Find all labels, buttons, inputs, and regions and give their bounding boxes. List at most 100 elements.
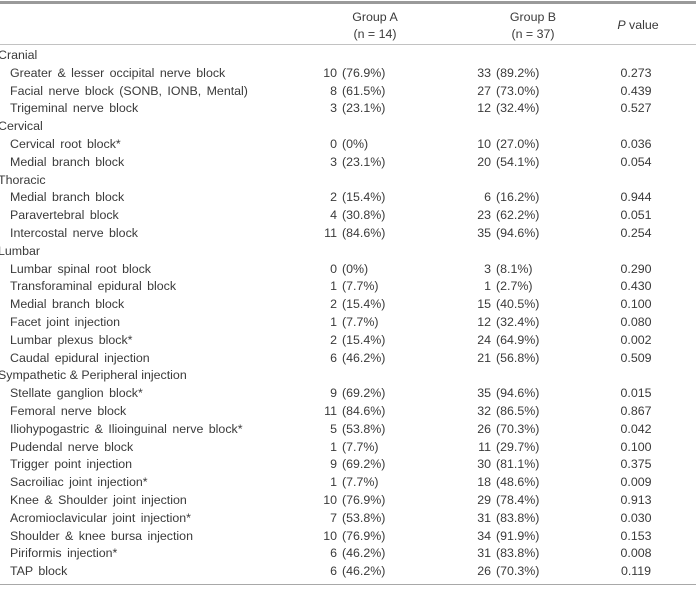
group-b-count: 27 bbox=[477, 83, 491, 98]
procedure-label: Acromioclavicular joint injection* bbox=[10, 510, 191, 525]
table-row: Acromioclavicular joint injection* 7 (53.8… bbox=[0, 510, 696, 528]
group-a-count: 1 bbox=[330, 475, 337, 490]
procedure-label: Shoulder & knee bursa injection bbox=[10, 528, 193, 543]
procedure-label: Greater & lesser occipital nerve block bbox=[10, 65, 226, 80]
procedure-label: Intercostal nerve block bbox=[10, 225, 138, 240]
procedure-label: Lumbar spinal root block bbox=[10, 261, 151, 276]
table-row: Caudal epidural injection 6 (46.2%) 21 (56.8… bbox=[0, 350, 696, 368]
group-a-count: 8 bbox=[330, 83, 337, 98]
procedure-label: Paravertebral block bbox=[10, 208, 119, 223]
group-a-percent: (23.1%) bbox=[342, 154, 386, 169]
group-a-count: 1 bbox=[330, 439, 337, 454]
group-a-percent: (46.2%) bbox=[342, 350, 386, 365]
table-row: Greater & lesser occipital nerve block 10… bbox=[0, 65, 696, 83]
group-b-count: 31 bbox=[477, 546, 491, 561]
table-row: Medial branch block 2 (15.4%) 15 (40.5%) 0.10… bbox=[0, 296, 696, 314]
header-p-value: P value bbox=[598, 17, 678, 34]
group-b-percent: (83.8%) bbox=[496, 510, 540, 525]
group-a-count: 2 bbox=[330, 332, 337, 347]
procedure-label: Facet joint injection bbox=[10, 314, 121, 329]
table-row: Iliohypogastric & Ilioinguinal nerve blo… bbox=[0, 421, 696, 439]
group-b-count: 11 bbox=[478, 439, 491, 454]
group-a-count: 1 bbox=[330, 314, 337, 329]
group-b-count: 35 bbox=[477, 386, 491, 401]
group-a-count: 6 bbox=[330, 564, 337, 579]
group-a-percent: (7.7%) bbox=[342, 314, 379, 329]
group-a-cell: 1 (7.7%) bbox=[300, 278, 480, 296]
p-value-cell: 0.015 bbox=[620, 386, 652, 401]
group-b-percent: (91.9%) bbox=[496, 528, 540, 543]
group-a-n: (n = 14) bbox=[353, 27, 397, 41]
group-a-percent: (46.2%) bbox=[342, 546, 386, 561]
p-italic: P bbox=[617, 18, 626, 32]
group-a-percent: (76.9%) bbox=[342, 492, 386, 507]
procedure-label: Stellate ganglion block* bbox=[10, 386, 143, 401]
group-a-count: 10 bbox=[323, 492, 337, 507]
p-value-cell: 0.100 bbox=[620, 439, 652, 454]
group-b-percent: (32.4%) bbox=[496, 101, 540, 116]
group-b-count: 20 bbox=[477, 154, 491, 169]
p-value-cell: 0.042 bbox=[620, 421, 652, 436]
group-a-count: 0 bbox=[330, 261, 337, 276]
group-a-name: Group A bbox=[352, 10, 398, 24]
table-row: Lumbar spinal root block 0 (0%) 3 (8.1%) 0.29… bbox=[0, 261, 696, 279]
table-row: Knee & Shoulder joint injection 10 (76.9%)… bbox=[0, 492, 696, 510]
group-a-count: 6 bbox=[330, 546, 337, 561]
p-value-cell: 0.439 bbox=[620, 83, 652, 98]
group-b-name: Group B bbox=[509, 10, 557, 24]
group-b-percent: (8.1%) bbox=[496, 261, 533, 276]
group-a-count: 9 bbox=[330, 386, 337, 401]
group-b-count: 24 bbox=[477, 332, 491, 347]
p-value-cell: 0.008 bbox=[620, 546, 652, 561]
category-label: Cranial bbox=[0, 48, 38, 62]
group-b-count: 35 bbox=[477, 225, 491, 240]
group-a-percent: (69.2%) bbox=[342, 386, 386, 401]
group-a-cell: 0 (0%) bbox=[300, 136, 480, 154]
table-row: Medial branch block 2 (15.4%) 6 (16.2%) 0.944 bbox=[0, 189, 696, 207]
group-a-percent: (84.6%) bbox=[342, 403, 386, 418]
group-a-percent: (0%) bbox=[342, 136, 369, 151]
group-a-cell: 2 (15.4%) bbox=[300, 296, 480, 314]
category-row: Cervical bbox=[0, 118, 696, 136]
table-row: Sacroiliac joint injection* 1 (7.7%) 18 (48.… bbox=[0, 474, 696, 492]
procedure-label: Medial branch block bbox=[10, 154, 125, 169]
group-b-count: 18 bbox=[477, 475, 491, 490]
category-label: Lumbar bbox=[0, 243, 41, 258]
table-row: Trigeminal nerve block 3 (23.1%) 12 (32.4%) 0… bbox=[0, 100, 696, 118]
group-a-count: 1 bbox=[330, 279, 337, 294]
procedure-label: Iliohypogastric & Ilioinguinal nerve blo… bbox=[10, 421, 243, 436]
group-a-percent: (46.2%) bbox=[342, 564, 386, 579]
p-value-cell: 0.273 bbox=[620, 65, 652, 80]
p-value-cell: 0.009 bbox=[620, 475, 652, 490]
group-a-cell: 11 (84.6%) bbox=[300, 403, 480, 421]
group-a-count: 6 bbox=[330, 350, 337, 365]
group-b-count: 1 bbox=[484, 279, 491, 294]
p-value-cell: 0.254 bbox=[620, 225, 652, 240]
group-b-count: 32 bbox=[477, 403, 491, 418]
group-a-percent: (53.8%) bbox=[342, 421, 386, 436]
group-a-cell: 1 (7.7%) bbox=[300, 439, 480, 457]
procedure-label: Trigeminal nerve block bbox=[10, 101, 139, 116]
group-a-percent: (0%) bbox=[342, 261, 369, 276]
group-a-count: 2 bbox=[330, 297, 337, 312]
category-row: Cranial bbox=[0, 47, 696, 65]
group-a-percent: (53.8%) bbox=[342, 510, 386, 525]
p-rest: value bbox=[625, 18, 659, 32]
group-a-cell: 10 (76.9%) bbox=[300, 65, 480, 83]
table-row: Femoral nerve block 11 (84.6%) 32 (86.5%) 0.8… bbox=[0, 403, 696, 421]
group-a-count: 10 bbox=[323, 528, 337, 543]
group-a-cell: 0 (0%) bbox=[300, 261, 480, 279]
table-body: Cranial Greater & lesser occipital nerve … bbox=[0, 47, 696, 581]
group-b-count: 31 bbox=[477, 510, 491, 525]
group-a-percent: (84.6%) bbox=[342, 225, 386, 240]
group-a-cell: 11 (84.6%) bbox=[300, 225, 480, 243]
group-b-count: 21 bbox=[477, 350, 491, 365]
group-a-percent: (23.1%) bbox=[342, 101, 386, 116]
group-b-percent: (48.6%) bbox=[496, 475, 540, 490]
p-value-cell: 0.375 bbox=[620, 457, 652, 472]
group-a-cell: 1 (7.7%) bbox=[300, 474, 480, 492]
category-row: Thoracic bbox=[0, 172, 696, 190]
group-a-count: 11 bbox=[324, 225, 337, 240]
group-a-percent: (15.4%) bbox=[342, 297, 386, 312]
table-bottom-rule bbox=[0, 584, 696, 585]
